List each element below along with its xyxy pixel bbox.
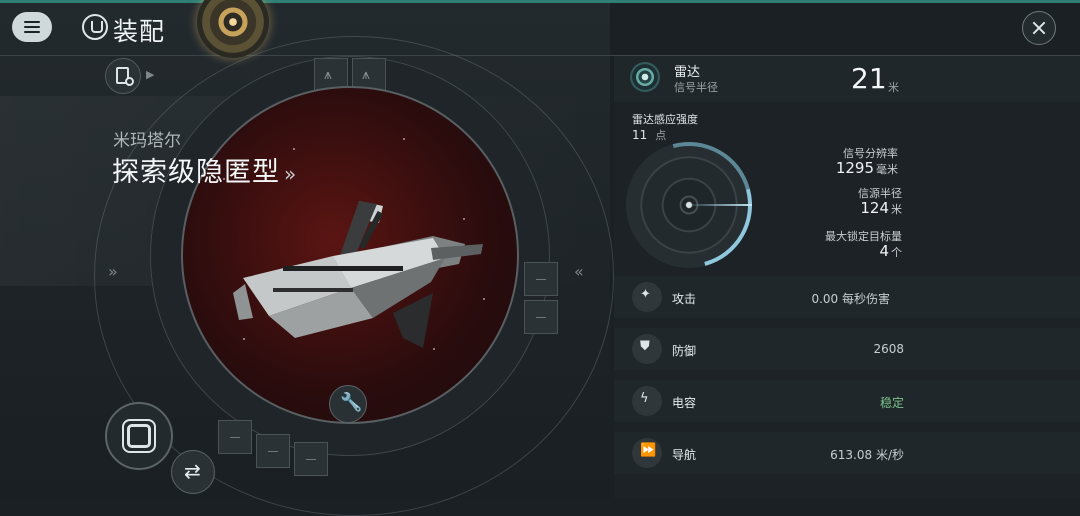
attack-value: 0.00 每秒伤害: [811, 292, 890, 306]
capacitor-label: 电容: [672, 396, 697, 410]
signature-radius-unit: 米: [888, 81, 899, 94]
top-accent-line: [0, 0, 1080, 3]
rotate-left-arrow[interactable]: »: [108, 262, 118, 281]
capacitor-icon: ϟ: [632, 386, 662, 416]
sensor-gauge-beam: [690, 204, 752, 206]
wrench-icon: 🔧: [340, 392, 363, 413]
signature-radius-value: 21: [851, 62, 887, 95]
rig-icon: ⩚: [324, 67, 332, 83]
swap-icon: ⇄: [184, 459, 201, 483]
module-slot[interactable]: [524, 262, 558, 296]
turret-icon: ✦: [632, 282, 662, 312]
gear-icon: [125, 77, 134, 86]
sensor-strength: 11 点: [632, 127, 666, 143]
rig-icon: ⩚: [362, 67, 370, 83]
ship-name-text: 探索级隐匿型: [112, 157, 280, 188]
shield-icon: ⛊: [632, 334, 662, 364]
signature-radius-label: 信号半径: [674, 81, 718, 94]
modules-button[interactable]: [105, 402, 173, 470]
module-slot[interactable]: [294, 442, 328, 476]
ship-faction: 米玛塔尔: [113, 131, 181, 151]
signature-source-value: 124 米: [860, 199, 902, 217]
navigation-icon: ⏩: [632, 438, 662, 468]
ship-name[interactable]: 探索级隐匿型»: [112, 150, 297, 189]
page-title: 装配: [113, 17, 166, 46]
module-slot[interactable]: [256, 434, 290, 468]
repair-button[interactable]: 🔧: [329, 385, 367, 423]
defense-value: 2608: [873, 342, 904, 356]
navigation-value: 613.08 米/秒: [830, 448, 904, 462]
rotate-right-arrow[interactable]: «: [574, 262, 584, 281]
sensor-strength-unit: 点: [655, 129, 667, 142]
switch-button[interactable]: ⇄: [171, 450, 215, 494]
fitting-icon: [82, 14, 108, 40]
radar-icon: [630, 62, 660, 92]
fitting-list-button[interactable]: [105, 58, 141, 94]
sensor-strength-value: 11: [632, 128, 648, 142]
hamburger-icon: [24, 21, 40, 33]
radar-label: 雷达: [674, 65, 701, 80]
module-slot[interactable]: [218, 420, 252, 454]
sensor-strength-label: 雷达感应强度: [632, 113, 698, 126]
defense-label: 防御: [672, 344, 697, 358]
module-icon: [127, 424, 151, 448]
capacitor-value: 稳定: [879, 396, 904, 410]
menu-button[interactable]: [12, 12, 52, 42]
ship-model: [233, 201, 483, 348]
ship-name-chevron: »: [284, 162, 298, 186]
max-locked-targets-value: 4个: [879, 242, 902, 260]
close-button[interactable]: [1022, 11, 1056, 45]
module-slot[interactable]: [524, 300, 558, 334]
navigation-label: 导航: [672, 448, 697, 462]
ship-viewport[interactable]: [181, 86, 519, 424]
scan-resolution-value: 1295 毫米: [835, 159, 898, 177]
expand-arrow-icon: ▶: [146, 68, 155, 81]
